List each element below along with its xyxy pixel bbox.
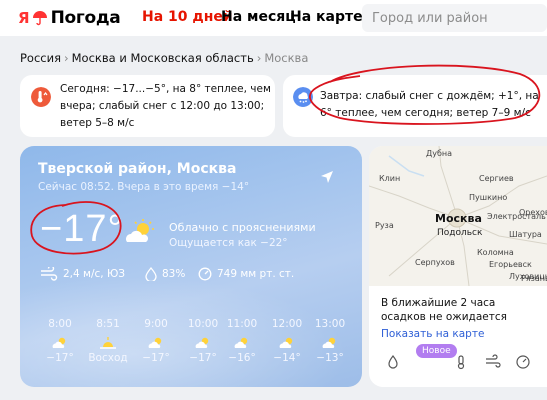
precipitation-layer-icon[interactable] (385, 354, 401, 370)
top-header: Я Погода На 10 дней На месяц На карте (0, 0, 547, 36)
alert-text-tomorrow: Завтра: слабый снег с дождём; +1°, на 6°… (320, 88, 545, 122)
hourly-item[interactable]: 11:00 −16° (219, 318, 265, 364)
partly-cloudy-icon (126, 219, 154, 242)
hour-time: 11:00 (226, 318, 258, 330)
map-place-label: Рязань (521, 274, 547, 283)
pressure-metric: 749 мм рт. ст. (198, 267, 294, 281)
map-place-label: Пушкино (469, 193, 508, 202)
nav-map[interactable]: На карте (290, 9, 363, 25)
hour-temperature: −16° (228, 352, 256, 364)
map-place-label: Егорьевск (489, 260, 532, 269)
temperature-layer-icon[interactable] (453, 354, 469, 370)
map-place-label: Дубна (426, 149, 453, 158)
show-on-map-link[interactable]: Показать на карте (381, 328, 484, 340)
hourly-item[interactable]: 12:00 −14° (264, 318, 310, 364)
humidity-drop-icon (145, 267, 157, 281)
pressure-value: 749 мм рт. ст. (217, 268, 295, 280)
partly-cloudy-icon (322, 337, 336, 348)
hourly-item[interactable]: 9:00 −17° (133, 318, 179, 364)
alert-text-today: Сегодня: −17...−5°, на 8° теплее, чем вч… (60, 81, 272, 132)
alert-tomorrow-line: Завтра: слабый снег с дождём; +1°, на (320, 90, 539, 102)
cloud-snow-icon (293, 87, 313, 107)
new-badge: Новое (416, 344, 457, 358)
hour-time: 13:00 (314, 318, 346, 330)
alert-today-line: Сегодня: −17...−5°, на 8° теплее, чем (60, 83, 271, 95)
hour-time: 8:00 (48, 318, 72, 330)
precipitation-forecast: В ближайшие 2 часа осадков не ожидается (381, 296, 507, 324)
weather-condition: Облачно с прояснениями (169, 221, 316, 234)
umbrella-icon (32, 11, 47, 26)
map-city-moscow: Москва (435, 212, 482, 225)
hour-temperature: −17° (46, 352, 74, 364)
map-place-label: Сергиев (479, 174, 514, 183)
humidity-metric: 83% (145, 267, 185, 281)
partly-cloudy-icon (279, 337, 293, 348)
partly-cloudy-icon (52, 337, 66, 348)
wind-icon (41, 267, 58, 281)
mini-map[interactable]: Дубна Клин Сергиев Пушкино Руза Электрос… (369, 146, 547, 286)
hour-time: 8:51 (96, 318, 120, 330)
hourly-item[interactable]: 8:51 Восход (85, 318, 131, 364)
partly-cloudy-icon (234, 337, 248, 348)
hour-sunrise-label: Восход (88, 352, 128, 364)
wind-layer-icon[interactable] (485, 354, 501, 370)
map-place-label: Коломна (477, 248, 514, 257)
current-weather-card: Тверской район, Москва Сейчас 08:52. Вче… (20, 146, 362, 387)
partly-cloudy-icon (148, 337, 162, 348)
alert-card-tomorrow[interactable]: Завтра: слабый снег с дождём; +1°, на 6°… (283, 75, 547, 137)
precip-line: осадков не ожидается (381, 311, 507, 323)
current-time-text: Сейчас 08:52. Вчера в это время −14° (38, 181, 250, 193)
hour-time: 9:00 (144, 318, 168, 330)
alert-card-today[interactable]: Сегодня: −17...−5°, на 8° теплее, чем вч… (20, 75, 275, 137)
map-place-label: Серпухов (415, 258, 455, 267)
breadcrumb-moscow: Москва (264, 51, 309, 65)
location-arrow-icon[interactable] (320, 170, 334, 184)
hour-time: 12:00 (271, 318, 303, 330)
precip-line: В ближайшие 2 часа (381, 297, 496, 309)
location-title: Тверской район, Москва (38, 161, 237, 177)
nav-10-days[interactable]: На 10 дней (142, 9, 233, 25)
pressure-gauge-icon (198, 267, 212, 281)
wind-value: 2,4 м/с, ЮЗ (63, 268, 126, 280)
nav-month[interactable]: На месяц (221, 9, 296, 25)
yandex-logo-mark: Я (18, 9, 30, 27)
sunrise-icon (100, 337, 116, 349)
humidity-value: 83% (162, 268, 186, 280)
brand-name: Погода (50, 8, 121, 28)
hour-temperature: −17° (142, 352, 170, 364)
thermometer-up-icon (31, 87, 51, 107)
alert-tomorrow-line: 6° теплее, чем сегодня; ветер 7–9 м/с (320, 107, 531, 119)
pressure-layer-icon[interactable] (515, 354, 531, 370)
precipitation-map-card[interactable]: Дубна Клин Сергиев Пушкино Руза Электрос… (369, 146, 547, 387)
current-temperature: −17° (40, 208, 124, 250)
alert-today-line: ветер 5–8 м/с (60, 117, 135, 129)
map-place-label: Шатура (509, 230, 542, 239)
alert-today-line: вчера; слабый снег с 12:00 до 13:00; (60, 100, 265, 112)
breadcrumb-separator: › (256, 51, 262, 65)
breadcrumb: Россия › Москва и Московская область › Москв… (20, 51, 308, 65)
hourly-item[interactable]: 8:00 −17° (37, 318, 83, 364)
map-place-label: Орехово (519, 208, 547, 217)
yandex-weather-logo[interactable]: Я Погода (18, 6, 121, 30)
hour-temperature: −14° (273, 352, 301, 364)
city-search-input[interactable] (362, 4, 547, 32)
feels-like: Ощущается как −22° (169, 237, 288, 249)
breadcrumb-separator: › (64, 51, 69, 65)
wind-metric: 2,4 м/с, ЮЗ (40, 267, 125, 281)
map-place-label: Подольск (437, 228, 483, 238)
partly-cloudy-icon (195, 337, 209, 348)
map-place-label: Клин (379, 174, 401, 183)
map-place-label: Руза (375, 221, 394, 230)
hourly-item[interactable]: 13:00 −13° (307, 318, 353, 364)
hour-temperature: −13° (316, 352, 344, 364)
breadcrumb-russia[interactable]: Россия (20, 51, 61, 65)
breadcrumb-moscow-region[interactable]: Москва и Московская область (72, 51, 254, 65)
